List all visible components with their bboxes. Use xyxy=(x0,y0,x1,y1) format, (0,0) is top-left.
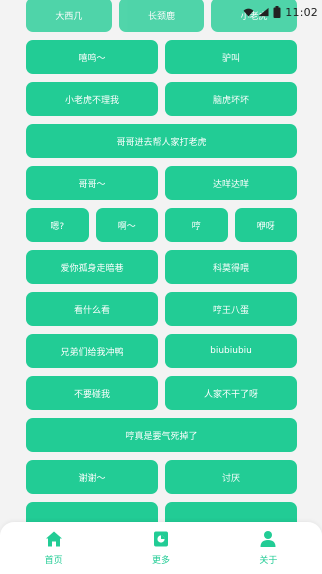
sound-button[interactable]: 驴叫 xyxy=(165,40,297,74)
button-row: 嘻呜～ 驴叫 xyxy=(26,40,297,74)
sound-button[interactable]: 哥哥～ xyxy=(26,166,158,200)
sound-button[interactable]: 科莫得喂 xyxy=(165,250,297,284)
sound-board[interactable]: 大西几 长颈鹿 小老虎 嘻呜～ 驴叫 小老虎不理我 脑虎坏坏 哥哥进去帮人家打老虎 哥哥～ 达咩达… xyxy=(0,0,322,574)
sound-button[interactable]: 达咩达咩 xyxy=(165,166,297,200)
sound-button[interactable]: 讨厌 xyxy=(165,460,297,494)
tab-about[interactable]: 关于 xyxy=(215,522,322,574)
button-row: 看什么看 哼王八蛋 xyxy=(26,292,297,326)
tab-home-label: 首页 xyxy=(44,556,63,566)
sound-button[interactable]: 哼真是要气死掉了 xyxy=(26,418,297,452)
sound-button[interactable]: 嘻呜～ xyxy=(26,40,158,74)
tab-more-label: 更多 xyxy=(151,556,170,566)
tab-more[interactable]: 更多 xyxy=(107,522,214,574)
button-row: 大西几 长颈鹿 小老虎 xyxy=(26,0,298,32)
sound-button[interactable]: 长颈鹿 xyxy=(118,0,205,32)
sound-button[interactable]: 咿呀 xyxy=(234,208,297,242)
sound-button[interactable]: 哼王八蛋 xyxy=(165,292,297,326)
sound-button[interactable]: 不要碰我 xyxy=(26,376,158,410)
person-icon xyxy=(260,531,276,547)
button-row: 哥哥进去帮人家打老虎 xyxy=(26,124,297,158)
sound-button[interactable]: 小老虎 xyxy=(211,0,298,32)
sound-button[interactable]: 谢谢～ xyxy=(26,460,158,494)
button-row: 小老虎不理我 脑虎坏坏 xyxy=(26,82,297,116)
button-row: 不要碰我 人家不干了呀 xyxy=(26,376,297,410)
button-row: 哥哥～ 达咩达咩 xyxy=(26,166,297,200)
sound-button-grid: 大西几 长颈鹿 小老虎 嘻呜～ 驴叫 小老虎不理我 脑虎坏坏 哥哥进去帮人家打老虎 哥哥～ 达咩达… xyxy=(26,0,298,536)
sound-button[interactable]: 看什么看 xyxy=(26,292,158,326)
sound-button[interactable]: 人家不干了呀 xyxy=(165,376,297,410)
sound-button[interactable]: 小老虎不理我 xyxy=(26,82,158,116)
bottom-tab-bar: 首页 更多 关于 xyxy=(0,522,322,574)
sound-button[interactable]: 大西几 xyxy=(26,0,112,32)
button-row: 兄弟们给我冲鸭 biubiubiu xyxy=(26,334,297,368)
sound-button[interactable]: 啊～ xyxy=(95,208,158,242)
home-icon xyxy=(45,531,62,547)
sound-button[interactable]: 兄弟们给我冲鸭 xyxy=(26,334,158,368)
button-row: 哼真是要气死掉了 xyxy=(26,418,297,452)
button-row: 爱你孤身走暗巷 科莫得喂 xyxy=(26,250,297,284)
button-row: 嗯? 啊～哼咿呀 xyxy=(26,208,297,242)
sound-button[interactable]: 哼 xyxy=(165,208,228,242)
sound-button[interactable]: 爱你孤身走暗巷 xyxy=(26,250,158,284)
more-icon xyxy=(153,531,168,547)
tab-about-label: 关于 xyxy=(259,556,278,566)
sound-button[interactable]: biubiubiu xyxy=(165,334,297,368)
sound-button[interactable]: 嗯? xyxy=(26,208,89,242)
button-row: 谢谢～ 讨厌 xyxy=(26,460,297,494)
sound-button[interactable]: 脑虎坏坏 xyxy=(165,82,297,116)
tab-home[interactable]: 首页 xyxy=(0,522,107,574)
sound-button[interactable]: 哥哥进去帮人家打老虎 xyxy=(26,124,297,158)
